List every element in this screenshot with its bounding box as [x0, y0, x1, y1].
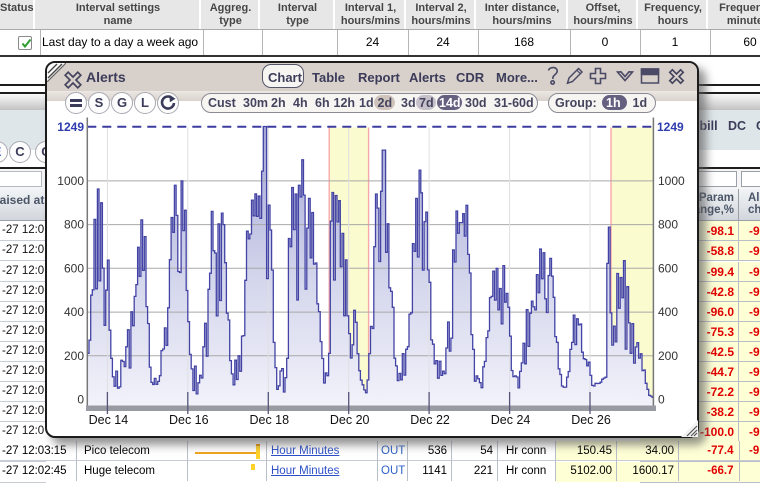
- svg-text:0: 0: [658, 393, 665, 407]
- svg-text:Dec 14: Dec 14: [89, 413, 129, 427]
- svg-text:Dec 20: Dec 20: [330, 413, 370, 427]
- svg-text:400: 400: [658, 305, 678, 319]
- svg-text:Dec 24: Dec 24: [491, 413, 531, 427]
- svg-text:600: 600: [658, 261, 678, 275]
- svg-text:Dec 16: Dec 16: [169, 413, 209, 427]
- svg-text:800: 800: [64, 218, 84, 232]
- svg-text:1249: 1249: [57, 120, 84, 134]
- svg-text:1000: 1000: [658, 174, 685, 188]
- svg-text:200: 200: [658, 349, 678, 363]
- svg-text:Dec 22: Dec 22: [410, 413, 450, 427]
- svg-text:Dec 18: Dec 18: [249, 413, 289, 427]
- svg-text:Dec 26: Dec 26: [571, 413, 611, 427]
- svg-text:0: 0: [77, 393, 84, 407]
- svg-text:400: 400: [64, 305, 84, 319]
- svg-text:200: 200: [64, 349, 84, 363]
- svg-text:600: 600: [64, 261, 84, 275]
- svg-text:1000: 1000: [57, 174, 84, 188]
- svg-text:800: 800: [658, 218, 678, 232]
- svg-text:1249: 1249: [657, 120, 684, 134]
